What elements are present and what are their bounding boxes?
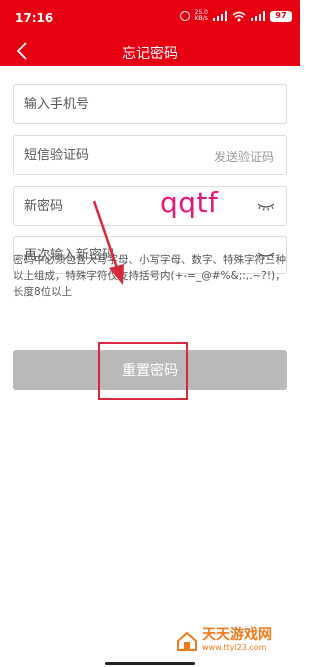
annotation-highlight-box [98,342,188,400]
watermark-url: www.ttyl23.com [202,643,267,652]
status-bar: 17:16 25.0 KB/s 97 [0,0,300,36]
sms-code-field: 发送验证码 [13,135,287,175]
watermark: 天天游戏网 www.ttyl23.com [176,628,272,653]
password-rule-hint: 密码中必须包含大写字母、小写字母、数字、特殊字符三种以上组成，特殊字符仅支持括号… [13,254,286,298]
alarm-icon [179,11,190,21]
status-time: 17:16 [15,11,54,25]
phone-input[interactable] [24,85,214,123]
sms-code-input[interactable] [24,136,214,174]
signal-icon [213,11,227,21]
battery-level: 97 [275,10,287,20]
signal-icon-2 [251,11,265,21]
status-icons: 25.0 KB/s 97 [179,9,292,22]
watermark-brand: 天天游戏网 [202,627,272,643]
send-code-button[interactable]: 发送验证码 [214,148,274,165]
phone-field [13,84,287,124]
page-title: 忘记密码 [122,46,178,62]
house-logo-icon [177,631,197,651]
home-indicator[interactable] [105,662,195,665]
new-password-field [13,186,287,226]
app-header: 忘记密码 [0,36,300,66]
eye-closed-icon[interactable] [256,199,276,213]
battery-icon: 97 [270,10,292,22]
watermark-text: 天天游戏网 www.ttyl23.com [202,628,272,653]
annotation-text: qqtf [160,186,219,219]
wifi-icon [232,11,246,21]
network-speed: 25.0 KB/s [194,9,208,22]
